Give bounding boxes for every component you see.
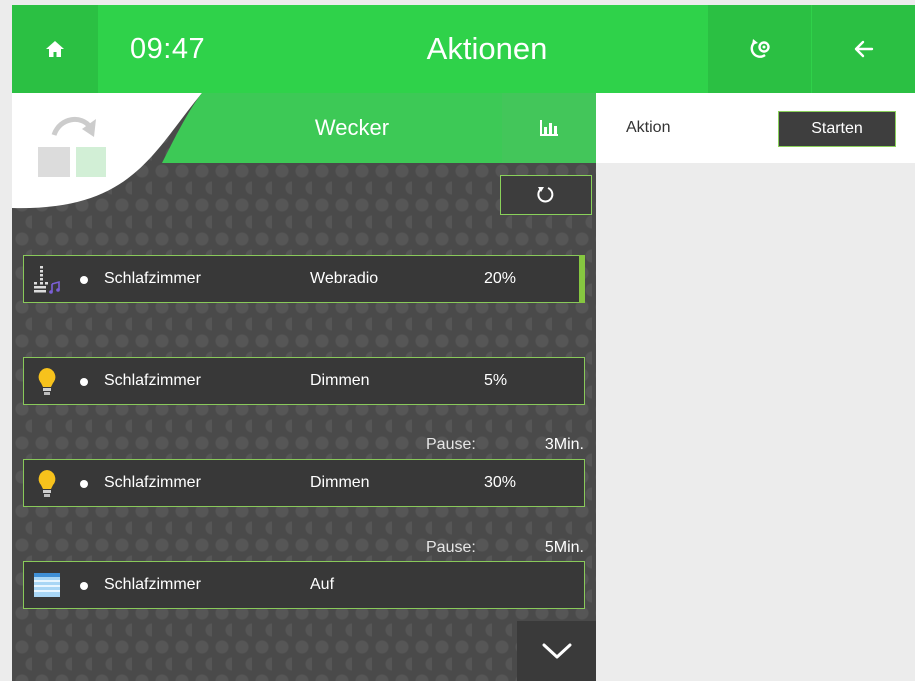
refresh-icon xyxy=(537,187,554,203)
page-title: Aktionen xyxy=(426,31,548,66)
room-label: Schlafzimmer xyxy=(104,372,201,389)
equalizer-icon xyxy=(34,266,60,294)
action-label: Webradio xyxy=(310,270,379,287)
action-row-dimmen-1[interactable]: Schlafzimmer Dimmen 5% xyxy=(23,357,585,405)
home-icon xyxy=(46,41,64,57)
app-window: 09:47 Aktionen Wecker Schlafzimmer Webra… xyxy=(12,5,915,681)
clock-time: 09:47 xyxy=(130,33,206,65)
home-button[interactable] xyxy=(12,5,98,93)
light-bulb-icon xyxy=(38,470,56,497)
room-label: Schlafzimmer xyxy=(104,474,201,491)
value-label: 20% xyxy=(484,270,517,287)
start-button[interactable]: Starten xyxy=(778,111,896,147)
action-bar: Aktion Starten xyxy=(596,93,915,163)
gear-refresh-icon xyxy=(750,39,770,58)
selection-indicator xyxy=(579,255,585,303)
action-row-webradio[interactable]: Schlafzimmer Webradio 20% xyxy=(23,255,585,303)
value-label: 30% xyxy=(484,474,517,491)
action-row-dimmen-2[interactable]: Schlafzimmer Dimmen 30% xyxy=(23,459,585,507)
top-bar: 09:47 Aktionen xyxy=(12,5,915,93)
pause-label: Pause: xyxy=(426,436,476,453)
value-label: 5% xyxy=(484,372,508,389)
light-bulb-icon xyxy=(38,368,56,395)
status-dot xyxy=(80,276,88,284)
action-label: Auf xyxy=(310,576,335,593)
alarm-panel: Wecker Schlafzimmer Webradio 20% Schlafz… xyxy=(12,93,596,681)
bar-chart-icon xyxy=(540,120,558,136)
blinds-icon xyxy=(34,573,60,597)
action-label: Aktion xyxy=(626,119,671,136)
action-detail-panel: Aktion Starten xyxy=(596,93,915,681)
room-label: Schlafzimmer xyxy=(104,270,201,287)
chevron-down-icon xyxy=(542,643,571,659)
panel-title: Wecker xyxy=(314,115,390,140)
pause-duration: 3Min. xyxy=(544,436,584,453)
pause-duration: 5Min. xyxy=(544,539,584,556)
scroll-down-button[interactable] xyxy=(517,621,596,681)
arrow-left-icon xyxy=(854,40,873,58)
settings-button[interactable] xyxy=(708,5,811,93)
reset-button[interactable] xyxy=(500,175,592,215)
room-label: Schlafzimmer xyxy=(104,576,201,593)
action-label: Dimmen xyxy=(310,372,370,389)
status-dot xyxy=(80,378,88,386)
action-label: Dimmen xyxy=(310,474,370,491)
back-button[interactable] xyxy=(812,5,915,93)
app-logo xyxy=(38,117,106,177)
status-dot xyxy=(80,582,88,590)
pause-label: Pause: xyxy=(426,539,476,556)
statistics-button[interactable] xyxy=(502,93,596,163)
action-row-blinds[interactable]: Schlafzimmer Auf xyxy=(23,561,585,609)
status-dot xyxy=(80,480,88,488)
